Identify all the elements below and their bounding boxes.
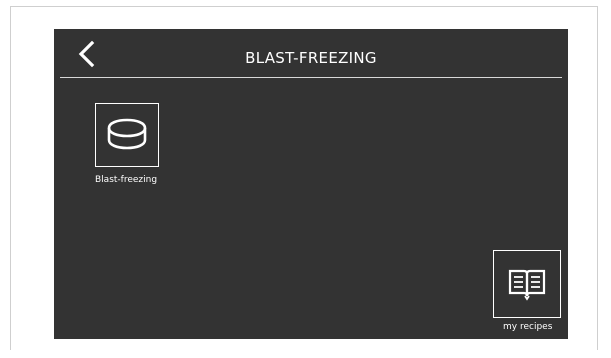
open-book-icon [508, 269, 546, 301]
my-recipes-button[interactable]: my recipes [493, 250, 565, 336]
blast-freezing-button[interactable]: Blast-freezing [95, 103, 175, 189]
blast-freezing-icon-box [95, 103, 159, 167]
blast-freezing-label: Blast-freezing [95, 175, 158, 185]
my-recipes-icon-box [493, 250, 561, 318]
page-title: BLAST-FREEZING [245, 49, 377, 67]
my-recipes-label: my recipes [503, 322, 553, 332]
tray-icon [107, 118, 147, 150]
header-divider [60, 77, 562, 78]
control-panel-screen: BLAST-FREEZING Blast-freezing my recipes [54, 29, 568, 339]
